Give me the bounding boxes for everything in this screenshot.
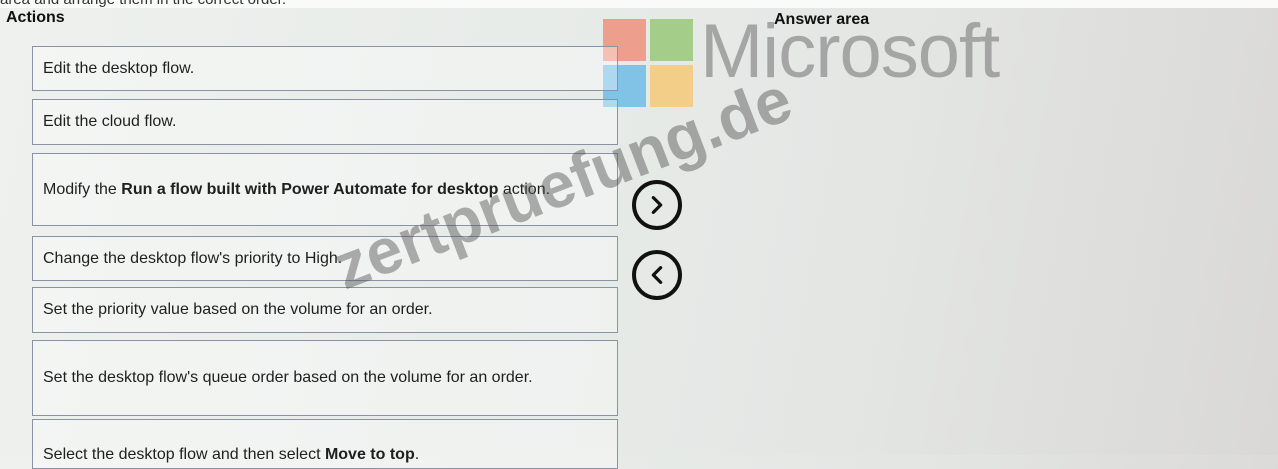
move-left-button[interactable] (632, 250, 682, 300)
logo-square-yellow (650, 65, 693, 107)
action-label: Set the desktop flow's queue order based… (43, 369, 533, 386)
action-label: Select the desktop flow and then select … (43, 446, 420, 463)
instruction-text-strip: area and arrange them in the correct ord… (0, 0, 1278, 8)
action-label: Edit the cloud flow. (43, 113, 177, 130)
microsoft-wordmark: Microsoft (700, 9, 1000, 94)
action-item-set-queue-order[interactable]: Set the desktop flow's queue order based… (32, 340, 618, 416)
action-item-edit-cloud-flow[interactable]: Edit the cloud flow. (32, 99, 618, 145)
action-label: Modify the Run a flow built with Power A… (43, 180, 551, 198)
instruction-text: area and arrange them in the correct ord… (0, 0, 286, 8)
logo-square-green (650, 19, 693, 61)
chevron-left-icon (651, 266, 663, 284)
actions-heading: Actions (6, 9, 65, 26)
action-item-set-priority-value[interactable]: Set the priority value based on the volu… (32, 287, 618, 333)
actions-list: Edit the desktop flow. Edit the cloud fl… (32, 26, 622, 469)
action-item-move-to-top[interactable]: Select the desktop flow and then select … (32, 419, 618, 469)
action-item-modify-run-flow-action[interactable]: Modify the Run a flow built with Power A… (32, 153, 618, 226)
action-label: Set the priority value based on the volu… (43, 301, 433, 318)
move-right-button[interactable] (632, 180, 682, 230)
action-item-edit-desktop-flow[interactable]: Edit the desktop flow. (32, 46, 618, 91)
action-label: Change the desktop flow's priority to Hi… (43, 249, 343, 267)
chevron-right-icon (651, 196, 663, 214)
action-label: Edit the desktop flow. (43, 59, 195, 77)
action-item-change-priority-high[interactable]: Change the desktop flow's priority to Hi… (32, 236, 618, 281)
